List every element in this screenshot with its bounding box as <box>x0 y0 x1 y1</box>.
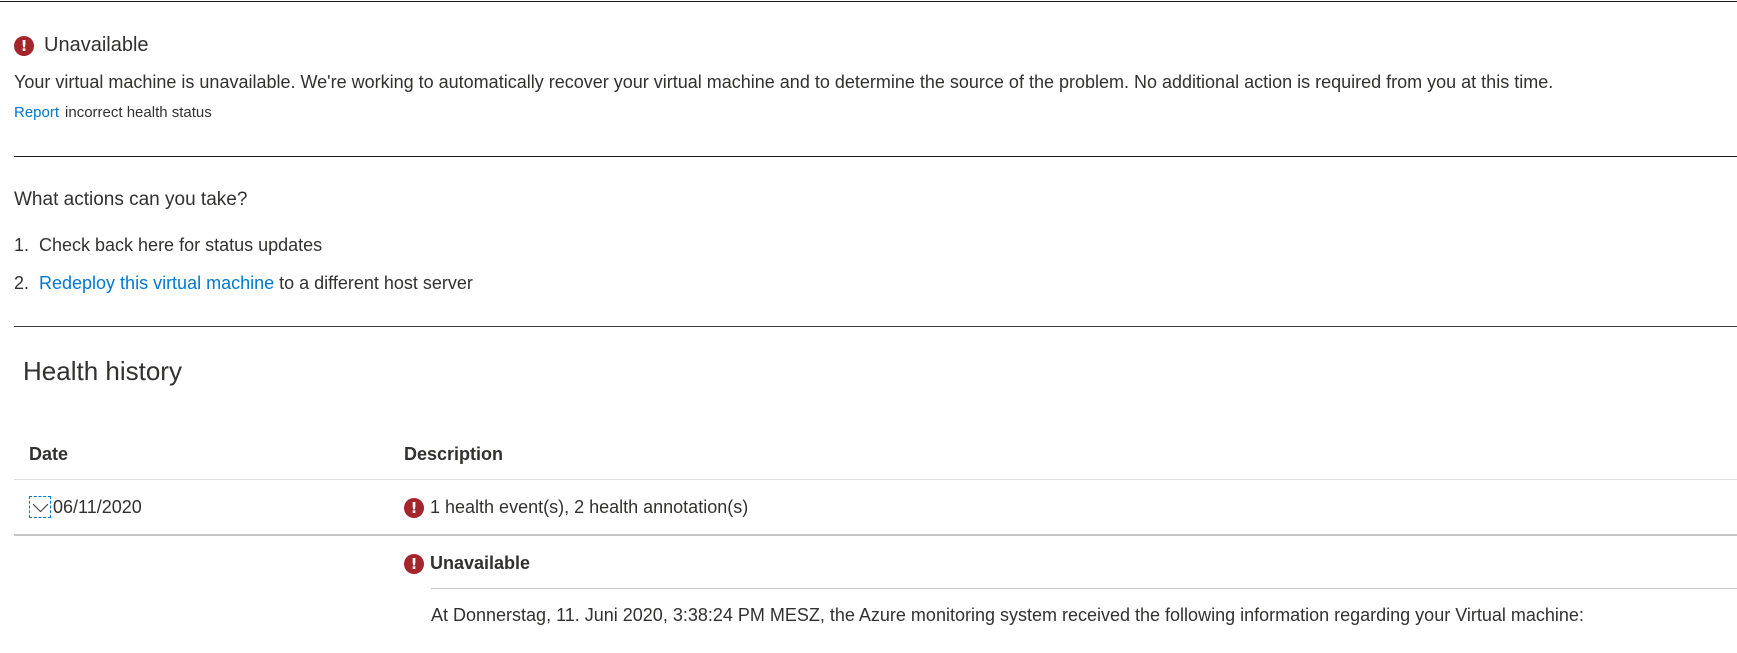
column-header-date[interactable]: Date <box>29 444 68 465</box>
report-link[interactable]: Report <box>14 104 59 121</box>
list-number: 1. <box>14 235 30 255</box>
event-detail-title: Unavailable <box>430 553 531 573</box>
event-detail-header: ! Unavailable <box>404 553 530 574</box>
report-health-status: Report incorrect health status <box>14 104 212 121</box>
action-item-check-back: 1. Check back here for status updates <box>14 235 473 273</box>
top-divider <box>0 1 1737 2</box>
expand-row-button[interactable] <box>29 496 51 518</box>
status-description: Your virtual machine is unavailable. We'… <box>14 72 1554 92</box>
error-icon: ! <box>14 35 34 56</box>
status-title: Unavailable <box>44 34 149 56</box>
actions-list: 1. Check back here for status updates 2. R… <box>14 235 473 311</box>
table-header-divider <box>14 479 1737 480</box>
action-text: to a different host server <box>279 273 473 293</box>
section-divider <box>14 156 1737 157</box>
error-icon: ! <box>404 553 424 574</box>
health-history-divider <box>14 326 1737 327</box>
action-text: Check back here for status updates <box>39 235 323 255</box>
health-history-title: Health history <box>23 356 182 386</box>
resource-health-page: ! Unavailable Your virtual machine is un… <box>0 0 1737 653</box>
chevron-down-icon <box>32 496 48 512</box>
actions-heading: What actions can you take? <box>14 189 248 210</box>
action-item-redeploy: 2. Redeploy this virtual machine to a dif… <box>14 273 473 311</box>
column-header-description[interactable]: Description <box>404 444 503 465</box>
event-detail-divider <box>431 588 1737 589</box>
row-description: ! 1 health event(s), 2 health annotation… <box>404 497 748 518</box>
status-header: ! Unavailable <box>14 34 149 57</box>
row-date: 06/11/2020 <box>53 497 142 517</box>
table-row-divider <box>14 534 1737 536</box>
redeploy-link[interactable]: Redeploy this virtual machine <box>39 273 274 293</box>
event-detail-text: At Donnerstag, 11. Juni 2020, 3:38:24 PM… <box>431 605 1584 625</box>
report-link-suffix: incorrect health status <box>65 104 212 121</box>
row-description-text: 1 health event(s), 2 health annotation(s… <box>430 497 749 517</box>
list-number: 2. <box>14 273 30 293</box>
error-icon: ! <box>404 497 424 518</box>
